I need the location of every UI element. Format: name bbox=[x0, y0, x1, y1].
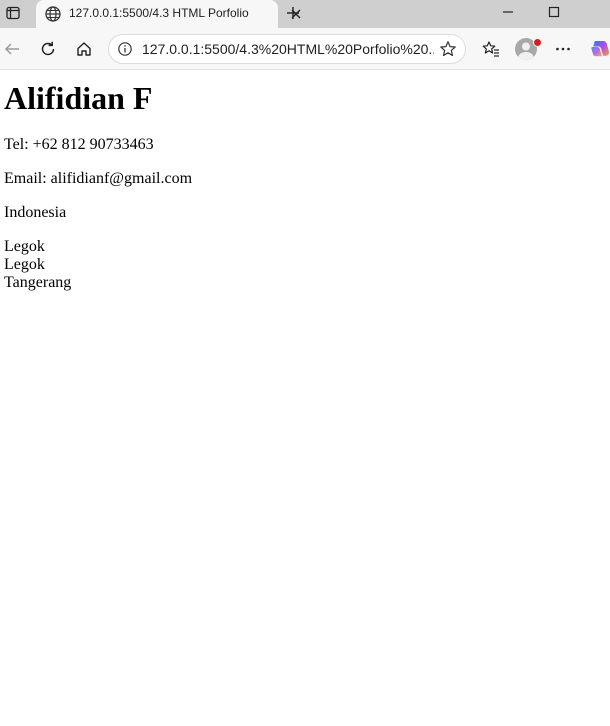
country-text: Indonesia bbox=[4, 204, 67, 221]
tab-strip: 127.0.0.1:5500/4.3 HTML Porfolio bbox=[0, 0, 610, 28]
tab-title: 127.0.0.1:5500/4.3 HTML Porfolio bbox=[69, 6, 249, 20]
email-text: Email: alifidianf@gmail.com bbox=[4, 170, 193, 187]
info-icon[interactable] bbox=[117, 41, 133, 57]
address-line-2: Legok bbox=[4, 256, 45, 273]
page-content: Alifidian F Tel: +62 812 90733463 Email:… bbox=[0, 70, 610, 726]
copilot-icon[interactable] bbox=[588, 37, 610, 61]
page-title: Alifidian F bbox=[4, 80, 153, 116]
url-text[interactable]: 127.0.0.1:5500/4.3%20HTML%20Porfolio%20.… bbox=[142, 41, 434, 57]
home-icon[interactable] bbox=[72, 37, 96, 61]
address-line-3: Tangerang bbox=[4, 274, 72, 291]
plus-icon[interactable] bbox=[282, 2, 304, 24]
refresh-icon[interactable] bbox=[36, 37, 60, 61]
back-arrow-icon[interactable] bbox=[0, 37, 24, 61]
minimize-icon[interactable] bbox=[488, 0, 528, 24]
globe-icon bbox=[44, 5, 62, 23]
browser-tab[interactable]: 127.0.0.1:5500/4.3 HTML Porfolio bbox=[36, 0, 301, 28]
address-bar[interactable]: 127.0.0.1:5500/4.3%20HTML%20Porfolio%20.… bbox=[108, 34, 466, 64]
favorites-icon[interactable] bbox=[479, 37, 503, 61]
more-icon[interactable] bbox=[551, 37, 575, 61]
notification-dot bbox=[533, 38, 542, 47]
address-line-1: Legok bbox=[4, 238, 45, 255]
phone-text: Tel: +62 812 90733463 bbox=[4, 136, 154, 153]
star-icon[interactable] bbox=[438, 39, 458, 59]
maximize-icon[interactable] bbox=[534, 0, 574, 24]
tab-actions-icon[interactable] bbox=[2, 2, 24, 24]
